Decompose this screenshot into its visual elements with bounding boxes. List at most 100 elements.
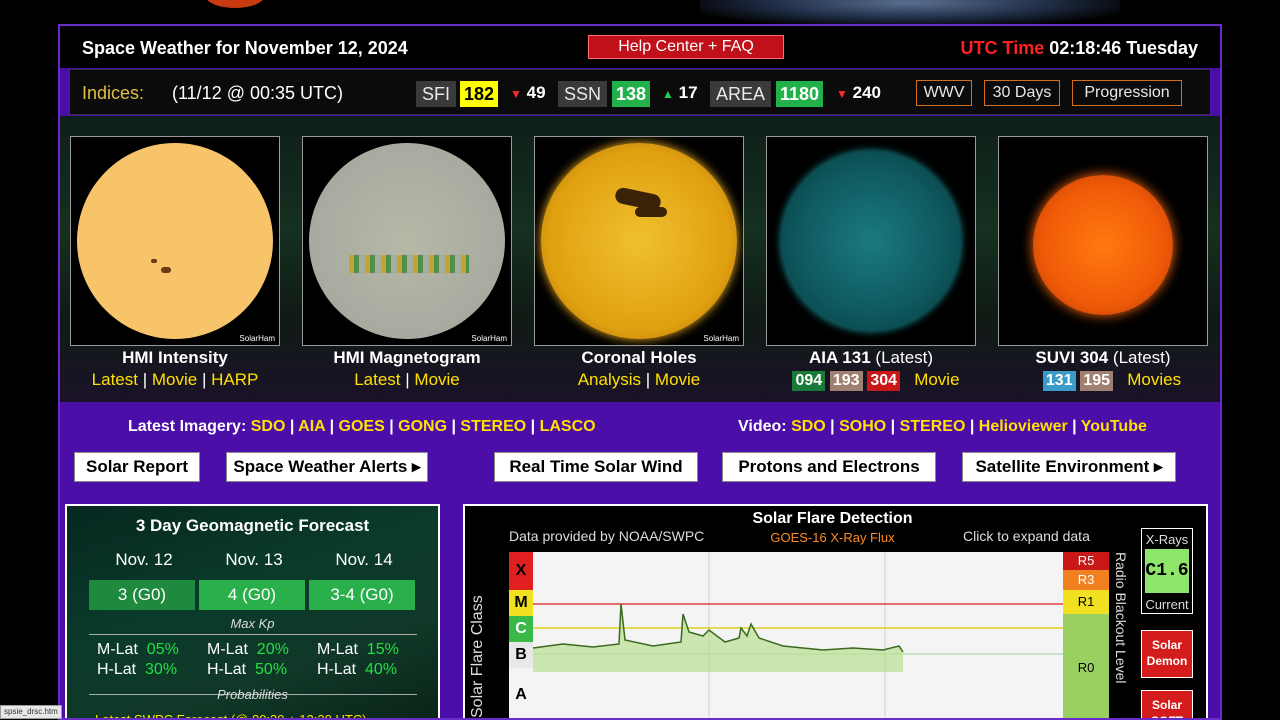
indices-bar: Indices: (11/12 @ 00:35 UTC) SFI 182 ▼ 4… [70, 69, 1210, 115]
coronal-holes-caption: Coronal Holes [581, 348, 697, 367]
suvi-304-links: 131 195 Movies [1006, 370, 1218, 391]
forecast-day-1: Nov. 12 [115, 550, 173, 569]
space-weather-alerts-button[interactable]: Space Weather Alerts ▸ [226, 452, 428, 482]
wavelength-131-button[interactable]: 131 [1042, 371, 1076, 391]
coronal-holes-analysis-link[interactable]: Analysis [578, 370, 641, 389]
hmi-magnetogram-image[interactable]: SolarHam [302, 136, 512, 346]
utc-label: UTC Time [960, 38, 1045, 58]
hmi-intensity-image[interactable]: SolarHam [70, 136, 280, 346]
class-m: M [509, 590, 533, 616]
solar-demon-button[interactable]: Solar Demon [1141, 630, 1193, 678]
imagery-aia-link[interactable]: AIA [298, 418, 325, 435]
video-sdo-link[interactable]: SDO [791, 418, 826, 435]
xray-current-value: C1.6 [1145, 549, 1189, 593]
kp-day-2: 4 (G0) [199, 580, 305, 610]
satellite-environment-button[interactable]: Satellite Environment ▸ [962, 452, 1176, 482]
hmi-intensity-movie-link[interactable]: Movie [152, 370, 197, 389]
solarham-logo: SolarHam [703, 334, 739, 343]
protons-and-electrons-button[interactable]: Protons and Electrons [722, 452, 936, 482]
xrays-label: X-Rays [1145, 532, 1189, 547]
level-r5: R5 [1063, 552, 1109, 570]
hmi-intensity-links: Latest | Movie | HARP [91, 370, 259, 389]
sun-disk [77, 143, 273, 339]
flux-fill [533, 604, 903, 672]
browser-status-bar: spsie_drsc.htm [0, 705, 62, 719]
flare-y-axis-label: Solar Flare Class [469, 595, 486, 718]
indices-label: Indices: [82, 83, 145, 103]
hmi-intensity-caption: HMI Intensity [122, 348, 228, 367]
down-arrow-icon: ▼ [510, 87, 522, 101]
kp-day-1: 3 (G0) [89, 580, 195, 610]
hmi-magnetogram-latest-link[interactable]: Latest [354, 370, 400, 389]
background-right [1220, 0, 1280, 720]
probability-day-1: M-Lat 05% H-Lat 30% [97, 641, 179, 678]
class-a: A [509, 668, 533, 718]
level-r0: R0 [1063, 614, 1109, 718]
solarham-logo: SolarHam [239, 334, 275, 343]
solar-report-button[interactable]: Solar Report [74, 452, 200, 482]
progression-button[interactable]: Progression [1072, 80, 1182, 106]
video-links: Video: SDO | SOHO | STEREO | Helioviewer… [738, 418, 1147, 435]
ssn-value: 138 [612, 81, 651, 107]
aia-131-movie-link[interactable]: Movie [914, 370, 959, 389]
arrow-right-icon: ▸ [1154, 457, 1163, 476]
ssn-label: SSN [558, 81, 608, 107]
xray-flux-plot[interactable] [533, 552, 1063, 720]
wwv-button[interactable]: WWV [916, 80, 972, 106]
aia-131-image[interactable] [766, 136, 976, 346]
sfi-delta: ▼ 49 [510, 83, 546, 102]
down-arrow-icon: ▼ [836, 87, 848, 101]
30-days-button[interactable]: 30 Days [984, 80, 1060, 106]
solar-soft-button[interactable]: Solar SOFT [1141, 690, 1193, 718]
page-title: Space Weather for November 12, 2024 [82, 38, 408, 58]
suvi-304-movies-link[interactable]: Movies [1127, 370, 1181, 389]
main-frame: Space Weather for November 12, 2024 Help… [58, 24, 1222, 720]
forecast-day-2: Nov. 13 [225, 550, 283, 569]
indices-date: (11/12 @ 00:35 UTC) [172, 83, 344, 103]
solarham-logo: SolarHam [471, 334, 507, 343]
video-youtube-link[interactable]: YouTube [1081, 418, 1147, 435]
hmi-intensity-harp-link[interactable]: HARP [211, 370, 258, 389]
xray-current-box: X-Rays C1.6 Current [1141, 528, 1193, 614]
suvi-304-image[interactable] [998, 136, 1208, 346]
wavelength-195-button[interactable]: 195 [1080, 371, 1114, 391]
coronal-holes-image[interactable]: SolarHam [534, 136, 744, 346]
solar-image-row: SolarHam HMI Intensity Latest | Movie | … [60, 116, 1220, 402]
video-helioviewer-link[interactable]: Helioviewer [979, 418, 1068, 435]
active-region-band [349, 255, 469, 273]
aia-131-links: 094 193 304 Movie [766, 370, 986, 391]
wavelength-304-button[interactable]: 304 [867, 371, 901, 391]
area-delta: ▼ 240 [836, 83, 881, 102]
imagery-stereo-link[interactable]: STEREO [460, 418, 526, 435]
wavelength-193-button[interactable]: 193 [829, 371, 863, 391]
wavelength-094-button[interactable]: 094 [792, 371, 826, 391]
sun-disk [1033, 175, 1173, 315]
level-r3: R3 [1063, 570, 1109, 590]
hmi-intensity-latest-link[interactable]: Latest [92, 370, 138, 389]
kp-day-3: 3-4 (G0) [309, 580, 415, 610]
help-center-button[interactable]: Help Center + FAQ [588, 35, 784, 59]
aia-131-caption: AIA 131 (Latest) [808, 348, 934, 367]
utc-clock: UTC Time 02:18:46 Tuesday [961, 38, 1198, 59]
imagery-sdo-link[interactable]: SDO [251, 418, 286, 435]
video-soho-link[interactable]: SOHO [839, 418, 886, 435]
coronal-holes-movie-link[interactable]: Movie [655, 370, 700, 389]
probabilities-label: Probabilities [217, 687, 288, 702]
video-stereo-link[interactable]: STEREO [900, 418, 966, 435]
probability-day-3: M-Lat 15% H-Lat 40% [317, 641, 399, 678]
radio-blackout-label: Radio Blackout Level [1113, 552, 1129, 684]
hmi-magnetogram-movie-link[interactable]: Movie [414, 370, 459, 389]
imagery-lasco-link[interactable]: LASCO [540, 418, 596, 435]
solar-flare-panel[interactable]: Solar Flare Detection Data provided by N… [463, 504, 1208, 720]
hmi-magnetogram-caption: HMI Magnetogram [333, 348, 481, 367]
background-left [0, 0, 58, 720]
imagery-gong-link[interactable]: GONG [398, 418, 447, 435]
real-time-solar-wind-button[interactable]: Real Time Solar Wind [494, 452, 698, 482]
imagery-goes-link[interactable]: GOES [339, 418, 385, 435]
up-arrow-icon: ▲ [662, 87, 674, 101]
sunspot [151, 259, 157, 263]
header-bar: Space Weather for November 12, 2024 Help… [60, 26, 1220, 68]
swpc-forecast-link[interactable]: Latest SWPC Forecast (@ 00:30 + 12:30 UT… [95, 712, 367, 718]
class-x: X [509, 552, 533, 590]
forecast-day-3: Nov. 14 [335, 550, 393, 569]
